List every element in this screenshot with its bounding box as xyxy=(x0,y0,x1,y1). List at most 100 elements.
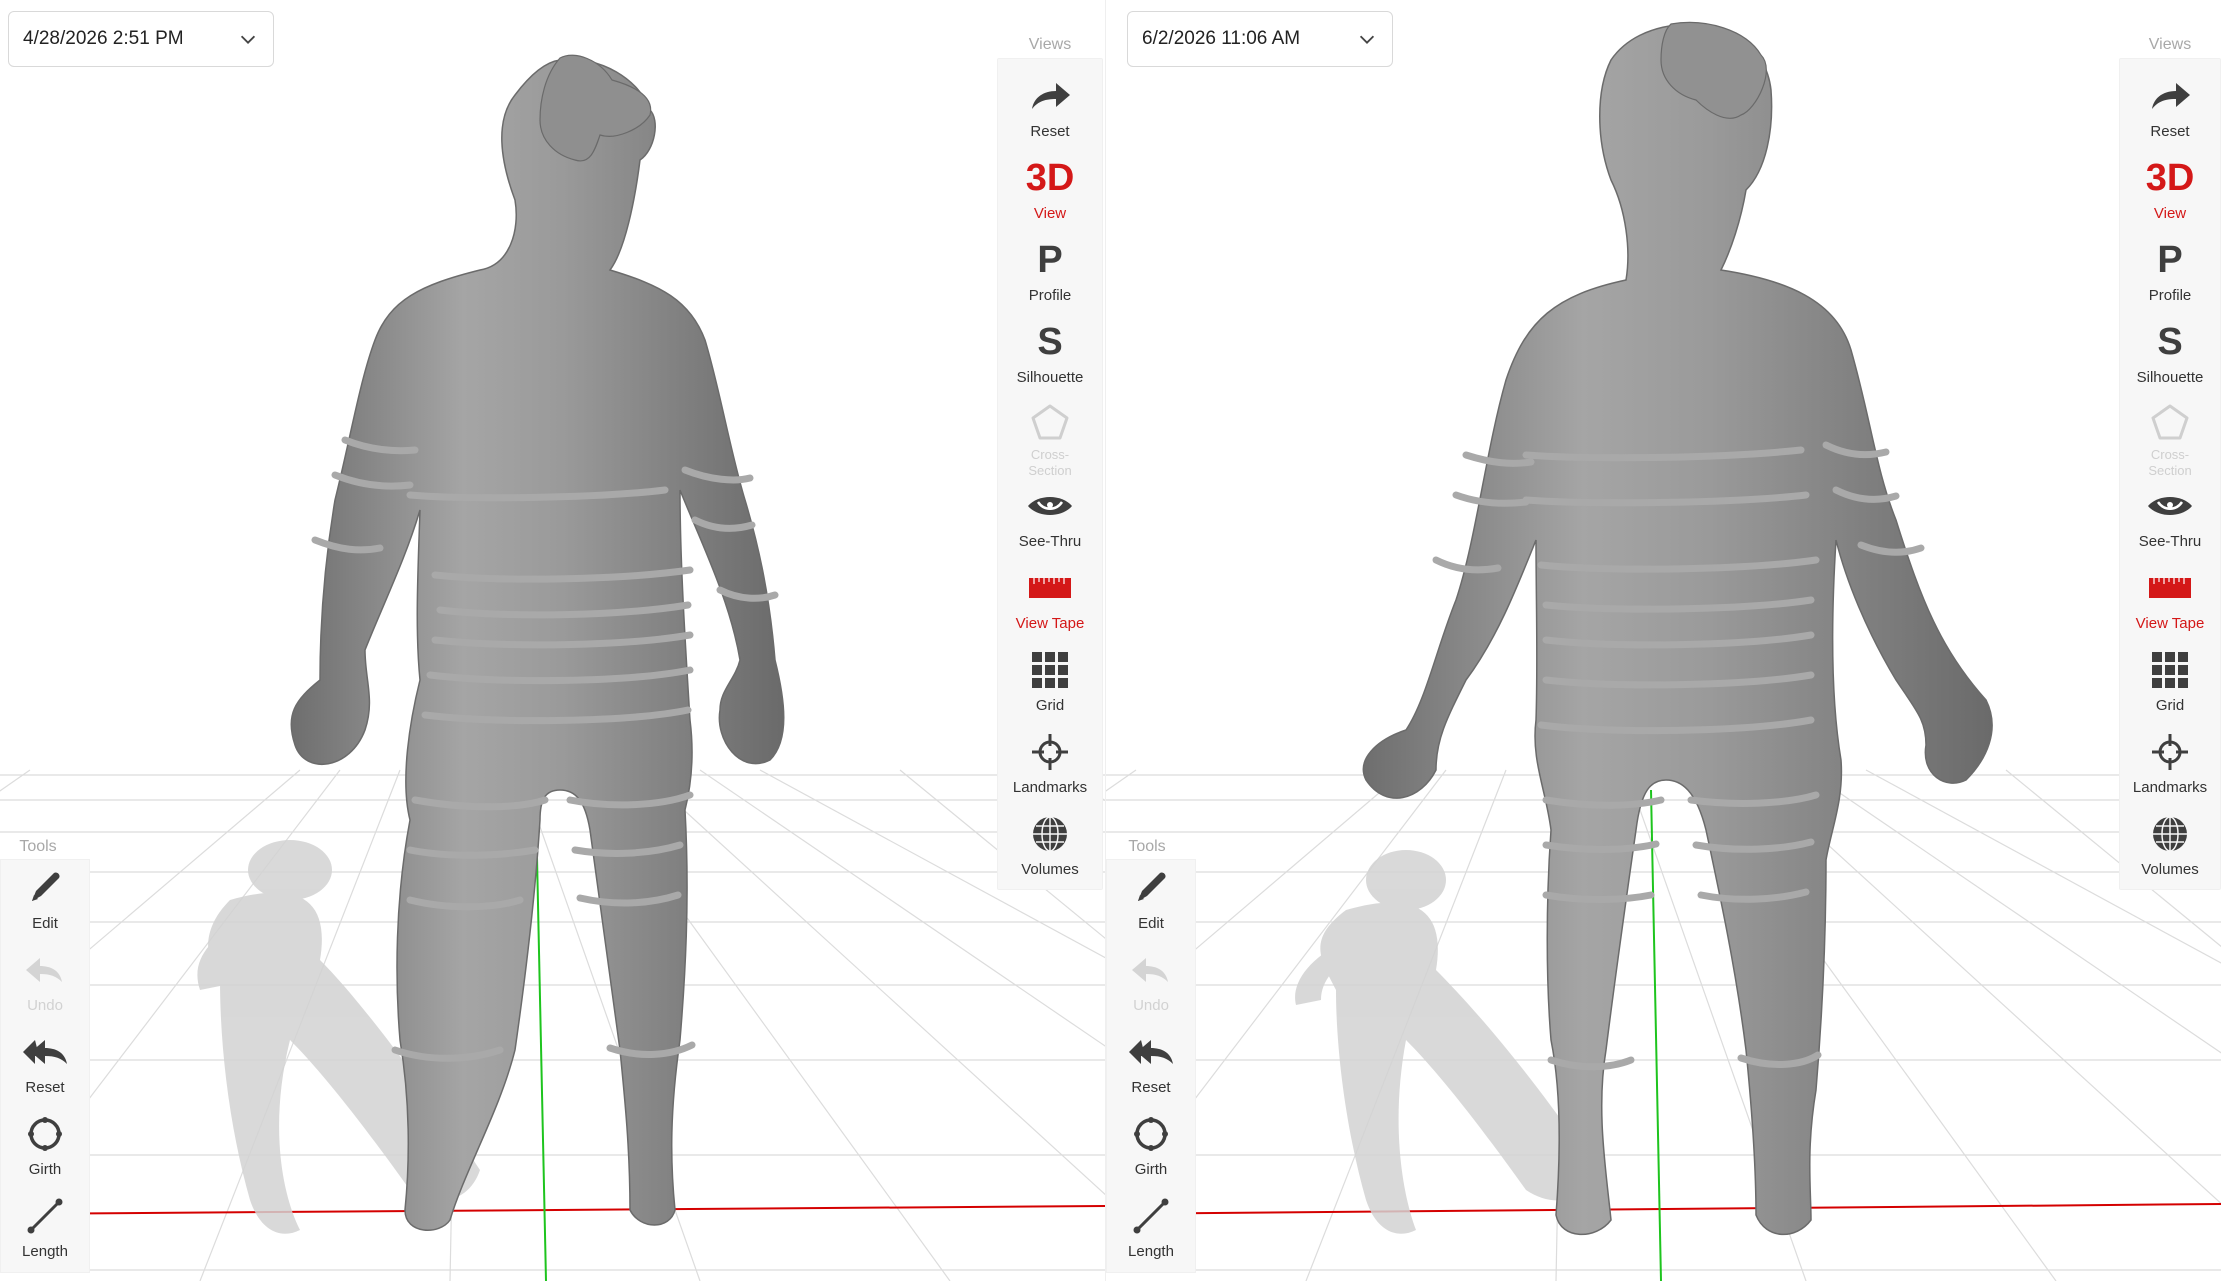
view-3d-label: View xyxy=(2153,205,2187,222)
tools-panel: Edit Undo Reset Girth Length xyxy=(0,859,90,1273)
view-reset-button[interactable]: Reset xyxy=(998,69,1102,151)
tool-girth-button[interactable]: Girth xyxy=(1,1106,89,1188)
tool-undo-label: Undo xyxy=(1133,997,1169,1014)
view-profile-button[interactable]: P Profile xyxy=(998,233,1102,315)
eye-icon xyxy=(1028,497,1072,515)
3d-icon: 3D xyxy=(2145,156,2195,199)
length-line-icon xyxy=(27,1198,63,1234)
view-volumes-label: Volumes xyxy=(1021,861,1079,878)
globe-icon xyxy=(2153,816,2187,852)
left-3d-viewport[interactable]: 4/28/2026 2:51 PM Views Reset 3D View P … xyxy=(0,0,1105,1281)
tool-girth-label: Girth xyxy=(28,1161,62,1178)
tool-reset-label: Reset xyxy=(1131,1079,1171,1096)
view-landmarks-button[interactable]: Landmarks xyxy=(998,725,1102,807)
tool-girth-label: Girth xyxy=(1134,1161,1168,1178)
globe-icon xyxy=(1033,816,1067,852)
view-grid-button[interactable]: Grid xyxy=(998,643,1102,725)
tools-title: Tools xyxy=(19,838,57,855)
view-grid-button[interactable]: Grid xyxy=(2120,643,2220,725)
view-reset-label: Reset xyxy=(1030,123,1070,140)
redo-arrow-icon xyxy=(1032,83,1070,109)
scan-date-value: 6/2/2026 11:06 AM xyxy=(1142,28,1301,49)
view-landmarks-label: Landmarks xyxy=(1012,779,1088,796)
view-tape-button[interactable]: View Tape xyxy=(998,561,1102,643)
tool-edit-label: Edit xyxy=(1138,915,1164,932)
view-3d-button[interactable]: 3D View xyxy=(2120,151,2220,233)
grid-icon xyxy=(1032,652,1068,688)
tool-reset-button[interactable]: Reset xyxy=(1107,1024,1195,1106)
floor-grid xyxy=(0,769,1105,1281)
x-axis-line xyxy=(0,1205,1105,1215)
chevron-down-icon xyxy=(240,35,256,44)
tool-reset-button[interactable]: Reset xyxy=(1,1024,89,1106)
view-silhouette-label: Silhouette xyxy=(1016,369,1084,386)
x-axis-line xyxy=(1106,1203,2221,1215)
tool-girth-button[interactable]: Girth xyxy=(1107,1106,1195,1188)
eye-icon xyxy=(2148,497,2192,515)
view-tape-label: View Tape xyxy=(1015,615,1085,632)
crosshair-icon xyxy=(2152,734,2188,770)
tools-panel: Edit Undo Reset Girth Length xyxy=(1106,859,1196,1273)
tool-length-label: Length xyxy=(22,1243,68,1260)
tools-title: Tools xyxy=(1128,838,1166,855)
length-line-icon xyxy=(1133,1198,1169,1234)
view-cross-section-label: Cross-Section xyxy=(2148,447,2192,478)
silhouette-s-icon: S xyxy=(2157,320,2183,363)
view-silhouette-label: Silhouette xyxy=(2136,369,2204,386)
grid-icon xyxy=(2152,652,2188,688)
view-reset-button[interactable]: Reset xyxy=(2120,69,2220,151)
tool-length-button[interactable]: Length xyxy=(1,1188,89,1270)
right-scene-canvas[interactable] xyxy=(1106,0,2221,1281)
floor-grid xyxy=(1106,769,2221,1281)
right-3d-viewport[interactable]: 6/2/2026 11:06 AM Views Reset 3D View P … xyxy=(1106,0,2221,1281)
view-profile-label: Profile xyxy=(2148,287,2192,304)
view-see-thru-button[interactable]: See-Thru xyxy=(2120,479,2220,561)
profile-p-icon: P xyxy=(2157,238,2183,281)
view-3d-label: View xyxy=(1033,205,1067,222)
tool-edit-button[interactable]: Edit xyxy=(1107,860,1195,942)
view-silhouette-button[interactable]: S Silhouette xyxy=(998,315,1102,397)
tool-edit-button[interactable]: Edit xyxy=(1,860,89,942)
view-volumes-button[interactable]: Volumes xyxy=(998,807,1102,889)
views-panel: Reset 3D View P Profile S Silhouette Cro… xyxy=(997,58,1103,890)
girth-ring-icon xyxy=(1134,1117,1168,1151)
views-panel: Reset 3D View P Profile S Silhouette Cro… xyxy=(2119,58,2221,890)
double-back-arrow-icon xyxy=(23,1040,67,1064)
tape-measure-icon xyxy=(1029,578,1071,598)
view-cross-section-label: Cross-Section xyxy=(1028,447,1072,478)
view-tape-button[interactable]: View Tape xyxy=(2120,561,2220,643)
scan-date-select-left[interactable]: 4/28/2026 2:51 PM xyxy=(8,11,274,67)
view-tape-label: View Tape xyxy=(2135,615,2205,632)
tool-undo-button: Undo xyxy=(1107,942,1195,1024)
double-back-arrow-icon xyxy=(1129,1040,1173,1064)
view-volumes-button[interactable]: Volumes xyxy=(2120,807,2220,889)
tape-measure-icon xyxy=(2149,578,2191,598)
pencil-icon xyxy=(1138,872,1166,901)
view-reset-label: Reset xyxy=(2150,123,2190,140)
view-volumes-label: Volumes xyxy=(2141,861,2199,878)
view-landmarks-button[interactable]: Landmarks xyxy=(2120,725,2220,807)
tool-edit-label: Edit xyxy=(32,915,58,932)
tool-length-label: Length xyxy=(1128,1243,1174,1260)
view-see-thru-button[interactable]: See-Thru xyxy=(998,479,1102,561)
scan-date-select-right[interactable]: 6/2/2026 11:06 AM xyxy=(1127,11,1393,67)
view-cross-section-button: Cross-Section xyxy=(998,397,1102,479)
chevron-down-icon xyxy=(1359,35,1375,44)
views-title: Views xyxy=(2148,36,2192,53)
profile-p-icon: P xyxy=(1037,238,1063,281)
pentagon-icon xyxy=(1031,404,1069,440)
3d-icon: 3D xyxy=(1025,156,1075,199)
girth-ring-icon xyxy=(28,1117,62,1151)
view-3d-button[interactable]: 3D View xyxy=(998,151,1102,233)
tool-undo-button: Undo xyxy=(1,942,89,1024)
views-title: Views xyxy=(1028,36,1072,53)
crosshair-icon xyxy=(1032,734,1068,770)
tool-length-button[interactable]: Length xyxy=(1107,1188,1195,1270)
view-silhouette-button[interactable]: S Silhouette xyxy=(2120,315,2220,397)
pentagon-icon xyxy=(2151,404,2189,440)
left-scene-canvas[interactable] xyxy=(0,0,1105,1281)
view-see-thru-label: See-Thru xyxy=(2138,533,2202,550)
view-profile-button[interactable]: P Profile xyxy=(2120,233,2220,315)
undo-icon xyxy=(26,958,62,982)
view-cross-section-button: Cross-Section xyxy=(2120,397,2220,479)
